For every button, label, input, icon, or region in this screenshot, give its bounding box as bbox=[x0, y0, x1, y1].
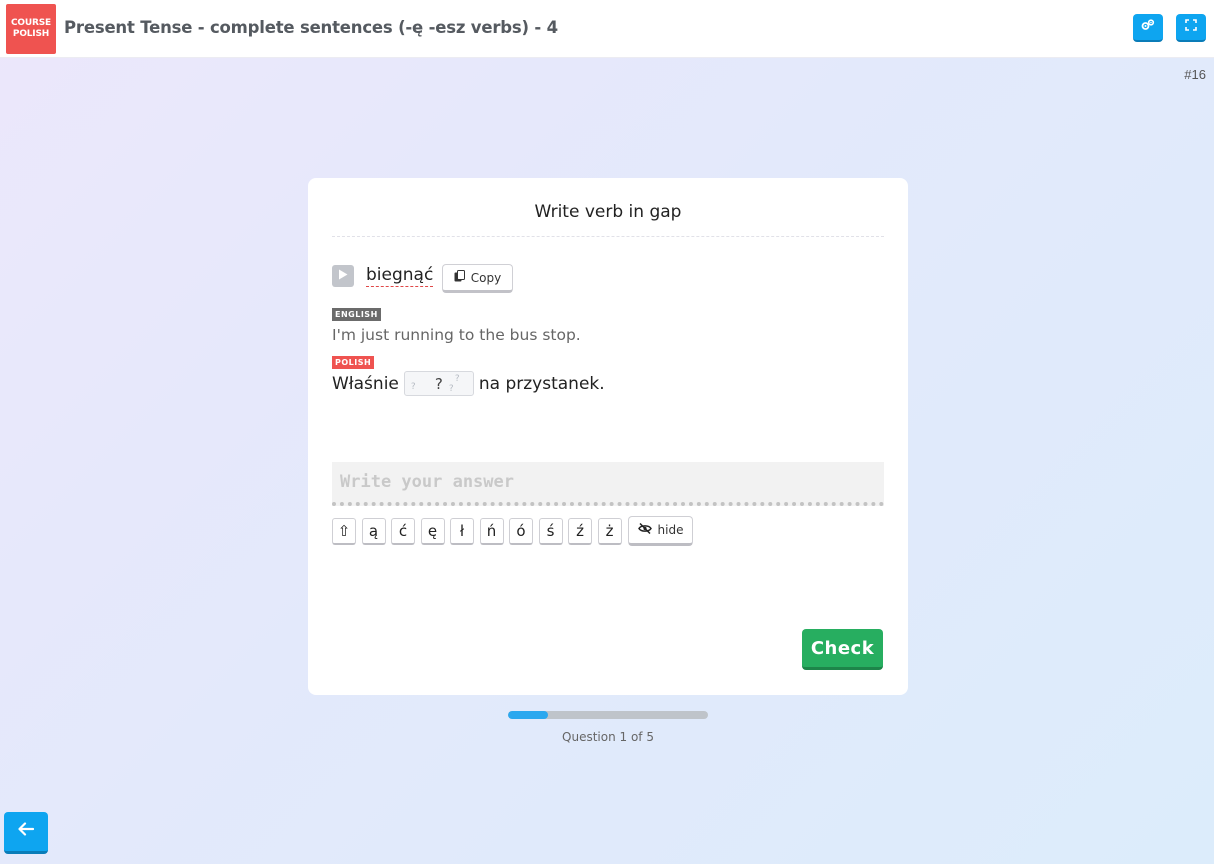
gears-icon bbox=[1141, 18, 1155, 36]
eye-slash-icon bbox=[637, 522, 652, 537]
settings-button[interactable] bbox=[1133, 14, 1163, 42]
fullscreen-button[interactable] bbox=[1176, 14, 1206, 42]
polish-sentence: Właśnie ? ? ? ? na przystanek. bbox=[332, 371, 605, 396]
course-polish-logo[interactable]: COURSE POLISH bbox=[6, 4, 56, 54]
play-audio-button[interactable] bbox=[332, 265, 354, 287]
verb-gap: ? ? ? ? bbox=[403, 371, 474, 396]
progress-bar bbox=[508, 711, 708, 719]
key-e-ogonek[interactable]: ę bbox=[420, 518, 445, 545]
polish-before-gap: Właśnie bbox=[332, 373, 399, 394]
gap-pattern: ? bbox=[454, 374, 460, 384]
key-z-acute[interactable]: ź bbox=[568, 518, 592, 545]
check-button[interactable]: Check bbox=[802, 629, 883, 670]
polish-after-gap: na przystanek. bbox=[478, 373, 605, 394]
key-a-ogonek[interactable]: ą bbox=[361, 518, 386, 545]
answer-input[interactable] bbox=[332, 462, 884, 506]
gap-pattern: ? bbox=[448, 384, 454, 394]
key-l-stroke[interactable]: ł bbox=[450, 518, 474, 545]
exercise-card: Write verb in gap biegnąć Copy ENGLISH I… bbox=[308, 178, 908, 695]
logo-line-1: COURSE bbox=[11, 18, 51, 28]
question-counter: Question 1 of 5 bbox=[562, 730, 654, 744]
copy-button[interactable]: Copy bbox=[442, 264, 513, 293]
hide-keyboard-button[interactable]: hide bbox=[628, 516, 693, 546]
key-o-acute[interactable]: ó bbox=[509, 518, 533, 545]
infinitive-verb: biegnąć bbox=[366, 265, 434, 287]
fullscreen-icon bbox=[1185, 18, 1197, 36]
special-characters-keyboard: ⇧ ą ć ę ł ń ó ś ź ż hide bbox=[332, 516, 693, 546]
instruction-title: Write verb in gap bbox=[534, 202, 682, 222]
key-shift[interactable]: ⇧ bbox=[332, 518, 356, 545]
english-tag: ENGLISH bbox=[332, 308, 381, 321]
page-title: Present Tense - complete sentences (-ę -… bbox=[64, 18, 558, 37]
key-n-acute[interactable]: ń bbox=[479, 518, 504, 545]
logo-line-2: POLISH bbox=[12, 29, 50, 39]
key-c-acute[interactable]: ć bbox=[391, 518, 415, 545]
progress-fill bbox=[508, 711, 548, 719]
back-button[interactable] bbox=[4, 812, 48, 854]
copy-icon bbox=[454, 270, 465, 285]
exercise-number: #16 bbox=[1184, 67, 1206, 82]
key-z-dot[interactable]: ż bbox=[597, 518, 622, 545]
polish-tag: POLISH bbox=[332, 356, 375, 369]
play-icon bbox=[338, 267, 348, 285]
gap-pattern: ? bbox=[410, 382, 416, 392]
divider bbox=[332, 236, 884, 237]
gap-question-mark: ? bbox=[434, 374, 443, 393]
copy-label: Copy bbox=[470, 270, 502, 285]
arrow-left-icon bbox=[18, 822, 35, 841]
english-sentence: I'm just running to the bus stop. bbox=[332, 326, 581, 344]
top-bar: COURSE POLISH Present Tense - complete s… bbox=[0, 0, 1214, 58]
hide-label: hide bbox=[657, 523, 684, 537]
key-s-acute[interactable]: ś bbox=[538, 518, 563, 545]
